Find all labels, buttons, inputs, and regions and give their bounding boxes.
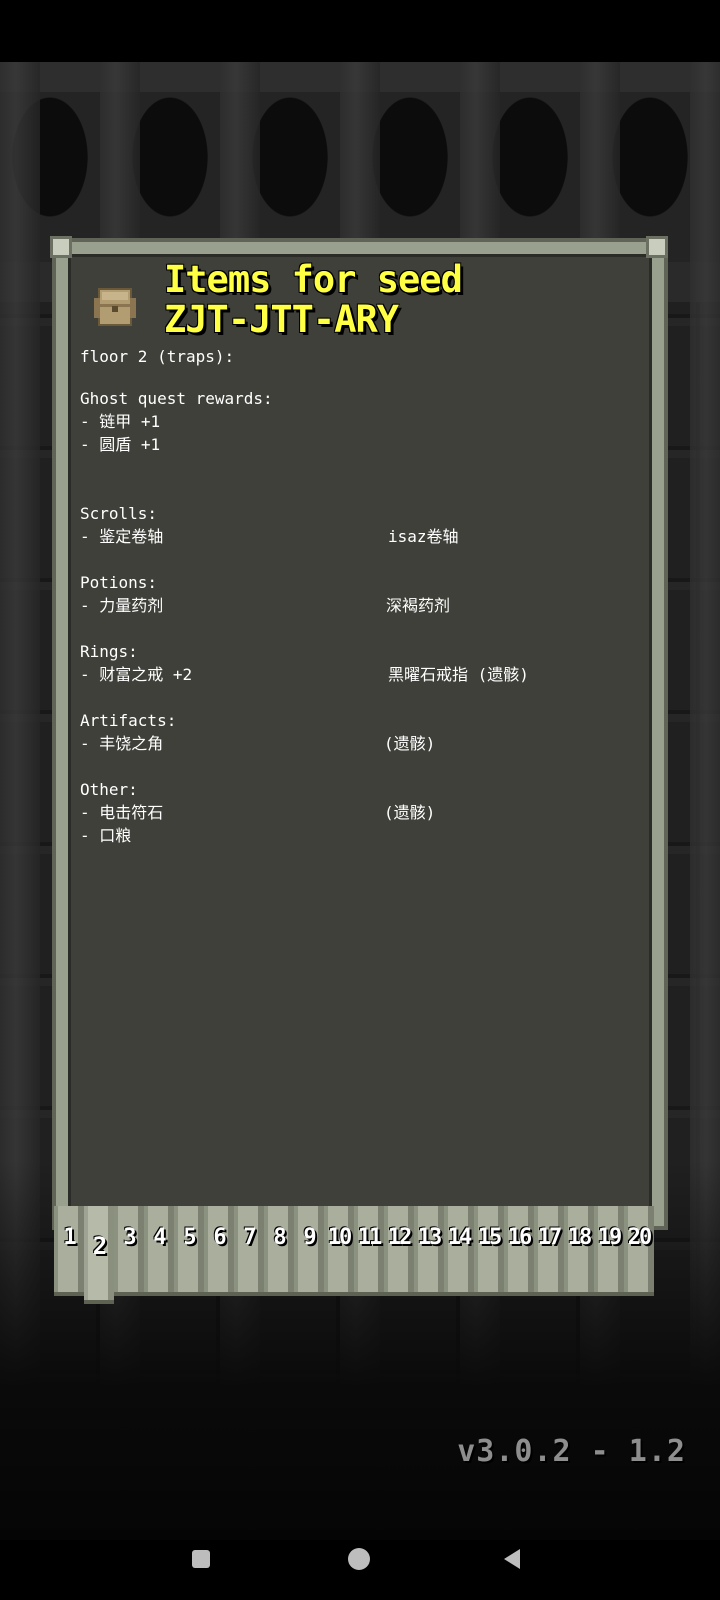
rings-heading: Rings:	[80, 642, 138, 661]
item-detail: (遗骸)	[384, 734, 436, 753]
backpack-icon	[94, 288, 136, 326]
item-detail: (遗骸)	[384, 803, 436, 822]
corner-rivet	[646, 236, 668, 258]
list-item: - 圆盾 +1	[80, 435, 161, 454]
back-icon[interactable]	[504, 1549, 520, 1569]
tab-floor-2[interactable]: 2	[84, 1206, 114, 1304]
window-title: Items for seed ZJT-JTT-ARY	[164, 260, 564, 340]
version-label: v3.0.2 - 1.2	[457, 1434, 686, 1469]
tab-floor-20[interactable]: 20	[624, 1206, 654, 1296]
tab-floor-7[interactable]: 7	[234, 1206, 264, 1296]
list-item: - 口粮	[80, 826, 132, 845]
tab-floor-8[interactable]: 8	[264, 1206, 294, 1296]
list-item: - 电击符石	[80, 803, 164, 822]
seed-code: ZJT-JTT-ARY	[164, 298, 399, 341]
ghost-heading: Ghost quest rewards:	[80, 389, 273, 408]
corner-rivet	[50, 236, 72, 258]
item-detail: isaz卷轴	[388, 527, 459, 546]
tab-floor-6[interactable]: 6	[204, 1206, 234, 1296]
tab-floor-16[interactable]: 16	[504, 1206, 534, 1296]
home-icon[interactable]	[348, 1548, 370, 1570]
floor-tabs: 1 2 3 4 5 6 7 8 9 10 11 12 13 14 15 16 1…	[52, 1206, 658, 1304]
tab-floor-1[interactable]: 1	[54, 1206, 84, 1296]
tab-floor-17[interactable]: 17	[534, 1206, 564, 1296]
tab-floor-4[interactable]: 4	[144, 1206, 174, 1296]
tab-floor-10[interactable]: 10	[324, 1206, 354, 1296]
artifacts-heading: Artifacts:	[80, 711, 177, 730]
other-heading: Other:	[80, 780, 138, 799]
potions-heading: Potions:	[80, 573, 158, 592]
item-detail: 黑曜石戒指 (遗骸)	[388, 665, 529, 684]
list-item: - 财富之戒 +2	[80, 665, 193, 684]
tab-floor-11[interactable]: 11	[354, 1206, 384, 1296]
list-item: - 丰饶之角	[80, 734, 164, 753]
tab-floor-19[interactable]: 19	[594, 1206, 624, 1296]
tab-floor-5[interactable]: 5	[174, 1206, 204, 1296]
list-item: - 链甲 +1	[80, 412, 161, 431]
list-item: - 鉴定卷轴	[80, 527, 164, 546]
scrolls-heading: Scrolls:	[80, 504, 158, 523]
tab-floor-15[interactable]: 15	[474, 1206, 504, 1296]
list-item: - 力量药剂	[80, 596, 164, 615]
tab-floor-18[interactable]: 18	[564, 1206, 594, 1296]
tab-floor-13[interactable]: 13	[414, 1206, 444, 1296]
title-line-1: Items for seed	[164, 258, 463, 301]
tab-floor-3[interactable]: 3	[114, 1206, 144, 1296]
tab-floor-12[interactable]: 12	[384, 1206, 414, 1296]
item-detail: 深褐药剂	[386, 596, 451, 615]
tab-floor-14[interactable]: 14	[444, 1206, 474, 1296]
tab-floor-9[interactable]: 9	[294, 1206, 324, 1296]
floor-heading: floor 2 (traps):	[80, 347, 235, 366]
recents-icon[interactable]	[192, 1550, 210, 1568]
